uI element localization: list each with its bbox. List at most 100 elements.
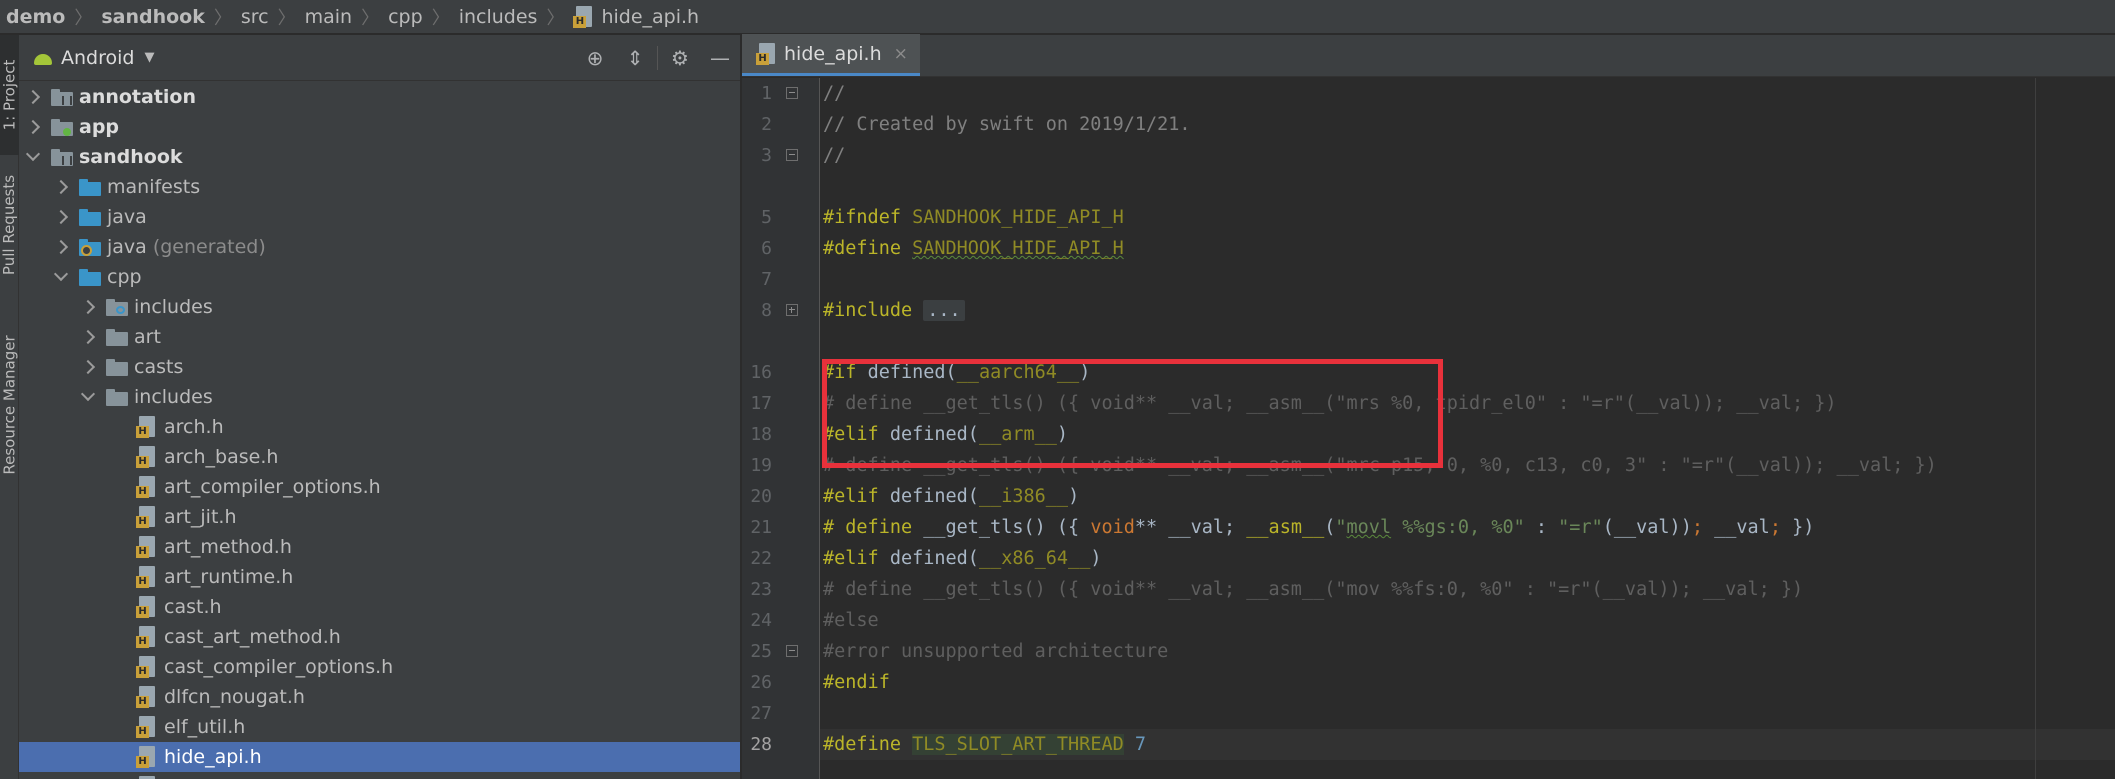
pull-requests-tool-tab[interactable]: Pull Requests [0, 155, 19, 295]
breadcrumb-cpp[interactable]: cpp [388, 6, 423, 28]
code-macro: TLS_SLOT_ART_THREAD [912, 734, 1124, 755]
chevron-right-icon[interactable] [82, 361, 94, 373]
tree-node-label: arch.h [164, 416, 224, 438]
code-directive: #endif [823, 672, 890, 693]
tree-file-art-compiler-options-h[interactable]: art_compiler_options.h [19, 472, 740, 502]
fold-expand-icon[interactable] [786, 304, 798, 316]
tree-node-java-generated[interactable]: java (generated) [19, 232, 740, 262]
right-margin-guide [2035, 78, 2036, 779]
code-directive: #define [823, 238, 901, 259]
resource-manager-tool-tab-label: Resource Manager [0, 335, 19, 475]
collapse-all-icon[interactable]: ⇕ [615, 35, 655, 81]
tree-file-art-runtime-h[interactable]: art_runtime.h [19, 562, 740, 592]
chevron-right-icon[interactable] [27, 91, 39, 103]
tree-node-label: art_jit.h [164, 506, 237, 528]
tree-file-dlfcn-nougat-h[interactable]: dlfcn_nougat.h [19, 682, 740, 712]
tree-file-arch-h[interactable]: arch.h [19, 412, 740, 442]
folder-icon [106, 388, 128, 406]
header-file-icon [136, 686, 158, 708]
tree-node-casts[interactable]: casts [19, 352, 740, 382]
header-file-icon [136, 506, 158, 528]
tree-file-arch-base-h[interactable]: arch_base.h [19, 442, 740, 472]
code-line: #elif defined(__x86_64__) [820, 543, 2115, 574]
tree-node-includes-module[interactable]: includes [19, 292, 740, 322]
line-number: 5 [761, 207, 772, 228]
resource-manager-tool-tab[interactable]: Resource Manager [0, 305, 19, 505]
line-number: 2 [761, 114, 772, 135]
breadcrumb-main[interactable]: main [305, 6, 352, 28]
chevron-down-icon[interactable] [27, 151, 39, 163]
line-number-gutter: 1 2 3 5 6 7 8 16 17 18 19 20 21 22 23 24… [742, 78, 820, 779]
code-directive: #define [823, 734, 901, 755]
chevron-down-icon[interactable] [55, 271, 67, 283]
tree-file-hide-api-h[interactable]: hide_api.h [19, 742, 740, 772]
code-comment: // [823, 145, 846, 166]
tree-node-label: casts [134, 356, 184, 378]
code-directive: #if [823, 362, 857, 383]
tree-file-cast-art-method-h[interactable]: cast_art_method.h [19, 622, 740, 652]
locate-icon[interactable]: ⊕ [575, 35, 615, 81]
code-inactive: #else [823, 610, 879, 631]
tree-node-app[interactable]: app [19, 112, 740, 142]
chevron-right-icon[interactable] [82, 301, 94, 313]
folder-icon [79, 178, 101, 196]
gear-icon[interactable]: ⚙ [660, 35, 700, 81]
code-line: # define __get_tls() ({ void** __val; __… [820, 388, 2115, 419]
chevron-right-icon[interactable] [27, 121, 39, 133]
chevron-right-icon[interactable] [82, 331, 94, 343]
code-keyword: ; [1769, 517, 1781, 538]
tree-node-manifests[interactable]: manifests [19, 172, 740, 202]
tree-file-elf-util-h[interactable]: elf_util.h [19, 712, 740, 742]
close-icon[interactable]: × [894, 44, 908, 64]
code-editor: hide_api.h × 1 2 3 5 6 7 8 16 17 18 19 2… [742, 34, 2115, 779]
app-module-folder-icon [51, 118, 73, 136]
tree-node-label: sandhook [79, 146, 183, 168]
tree-file-cast-compiler-options-h[interactable]: cast_compiler_options.h [19, 652, 740, 682]
tree-node-java[interactable]: java [19, 202, 740, 232]
tree-file-partial[interactable] [19, 772, 740, 779]
breadcrumb-includes[interactable]: includes [459, 6, 538, 28]
breadcrumb-project[interactable]: demo [6, 6, 65, 28]
fold-collapse-icon[interactable] [786, 149, 798, 161]
chevron-right-icon[interactable] [55, 181, 67, 193]
breadcrumb-src[interactable]: src [241, 6, 269, 28]
code-inactive: # define __get_tls() ({ void** __val; __… [823, 579, 1804, 600]
hide-icon[interactable]: — [700, 35, 740, 81]
project-view-selector[interactable]: Android [61, 47, 134, 69]
folder-icon [106, 328, 128, 346]
code-string: " [1335, 517, 1347, 538]
folded-code-placeholder[interactable]: ... [923, 300, 965, 321]
tree-node-art[interactable]: art [19, 322, 740, 352]
tree-node-sandhook[interactable]: sandhook [19, 142, 740, 172]
code-text: defined( [889, 486, 979, 507]
header-file-icon [136, 416, 158, 438]
tree-node-label: elf_util.h [164, 716, 246, 738]
chevron-down-icon[interactable]: ▼ [144, 50, 154, 65]
tree-file-art-method-h[interactable]: art_method.h [19, 532, 740, 562]
tree-node-annotation[interactable]: annotation [19, 82, 740, 112]
header-file-icon [573, 5, 595, 28]
fold-collapse-icon[interactable] [786, 87, 798, 99]
fold-collapse-icon[interactable] [786, 645, 798, 657]
code-area[interactable]: // // Created by swift on 2019/1/21. // … [820, 78, 2115, 779]
code-text: : [1524, 517, 1559, 538]
tree-node-cpp[interactable]: cpp [19, 262, 740, 292]
tree-file-art-jit-h[interactable]: art_jit.h [19, 502, 740, 532]
editor-tab-hide-api-h[interactable]: hide_api.h × [742, 34, 920, 76]
line-number: 22 [750, 548, 772, 569]
chevron-right-icon[interactable] [55, 211, 67, 223]
code-line: # define __get_tls() ({ void** __val; __… [820, 512, 2115, 543]
code-text: (__val)) [1602, 517, 1692, 538]
tree-node-includes[interactable]: includes [19, 382, 740, 412]
line-number: 6 [761, 238, 772, 259]
code-text: ) [1068, 486, 1080, 507]
chevron-down-icon[interactable] [82, 391, 94, 403]
breadcrumb-file-label: hide_api.h [601, 5, 700, 28]
code-line: #else [820, 605, 2115, 636]
breadcrumb-module[interactable]: sandhook [101, 6, 205, 28]
tree-file-cast-h[interactable]: cast.h [19, 592, 740, 622]
breadcrumb-file[interactable]: hide_api.h [573, 5, 700, 28]
chevron-right-icon[interactable] [55, 241, 67, 253]
header-file-icon [136, 746, 158, 768]
project-tool-tab[interactable]: 1: Project [0, 35, 19, 155]
